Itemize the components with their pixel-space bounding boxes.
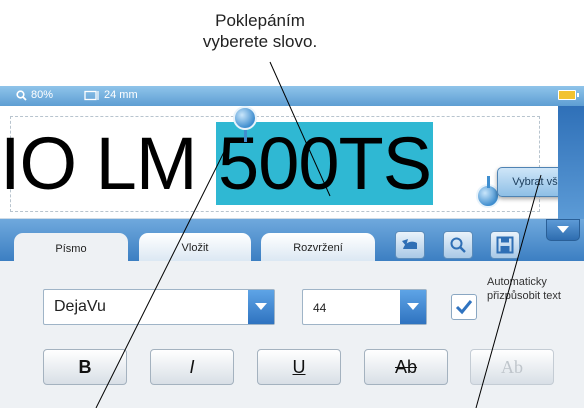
side-panel-strip bbox=[558, 106, 584, 219]
save-icon bbox=[496, 236, 514, 254]
underline-button[interactable]: U bbox=[257, 349, 341, 385]
bold-button[interactable]: B bbox=[43, 349, 127, 385]
zoom-icon bbox=[450, 237, 466, 253]
label-text-selected[interactable]: 500TS bbox=[216, 122, 434, 205]
font-family-value: DejaVu bbox=[54, 298, 106, 315]
font-family-select[interactable]: DejaVu bbox=[43, 289, 275, 325]
label-text[interactable]: IO LM 500TS bbox=[0, 122, 434, 205]
font-size-select[interactable]: 44 bbox=[302, 289, 427, 325]
callout-line-2: vyberete slovo. bbox=[202, 32, 318, 51]
device-screen: 80% 24 mm IO LM 500TS Vybrat vše Písmo V… bbox=[0, 86, 584, 408]
italic-button[interactable]: I bbox=[150, 349, 234, 385]
auto-fit-label: Automaticky přizpůsobit text bbox=[487, 276, 561, 302]
search-icon bbox=[16, 89, 27, 101]
screen: Poklepáním vyberete slovo. 80% 24 mm IO … bbox=[0, 0, 584, 408]
more-menu-button[interactable] bbox=[546, 219, 580, 241]
auto-fit-checkbox[interactable] bbox=[451, 294, 477, 320]
font-size-value: 44 bbox=[313, 301, 327, 315]
tape-width-icon bbox=[84, 90, 99, 100]
save-button[interactable] bbox=[490, 231, 520, 259]
bold-button-label: B bbox=[78, 356, 92, 377]
selection-start-handle[interactable] bbox=[233, 106, 257, 142]
font-family-dropdown-button[interactable] bbox=[248, 290, 274, 324]
underline-button-label: U bbox=[292, 356, 306, 377]
chevron-down-icon bbox=[255, 303, 267, 310]
callout-caption: Poklepáním vyberete slovo. bbox=[150, 10, 370, 52]
battery-icon bbox=[558, 90, 579, 100]
zoom-value: 80% bbox=[31, 89, 54, 101]
font-panel: DejaVu 44 Automaticky přizpůsobit text B… bbox=[0, 261, 584, 408]
strikethrough-button[interactable]: Ab bbox=[364, 349, 448, 385]
callout-line-1: Poklepáním bbox=[215, 11, 305, 30]
ribbon-toolbar: Písmo Vložit Rozvržení bbox=[0, 219, 584, 265]
tape-width-value: 24 mm bbox=[104, 89, 138, 101]
strikethrough-button-label: Ab bbox=[394, 356, 418, 377]
tab-insert[interactable]: Vložit bbox=[139, 233, 251, 263]
outline-button-label: Ab bbox=[501, 356, 523, 377]
undo-icon bbox=[402, 239, 417, 249]
label-text-unselected[interactable]: IO LM bbox=[0, 122, 216, 205]
chevron-down-icon bbox=[557, 226, 569, 233]
chevron-down-icon bbox=[407, 303, 419, 310]
status-bar: 80% 24 mm bbox=[0, 86, 584, 106]
zoom-button[interactable] bbox=[443, 231, 473, 259]
tab-layout[interactable]: Rozvržení bbox=[261, 233, 375, 263]
italic-button-label: I bbox=[189, 356, 195, 377]
tape-width-indicator: 24 mm bbox=[84, 89, 138, 101]
outline-button[interactable]: Ab bbox=[470, 349, 554, 385]
font-size-dropdown-button[interactable] bbox=[400, 290, 426, 324]
label-editor[interactable]: IO LM 500TS Vybrat vše bbox=[0, 106, 579, 219]
zoom-indicator: 80% bbox=[16, 89, 53, 101]
undo-button[interactable] bbox=[395, 231, 425, 259]
checkmark-icon bbox=[455, 300, 473, 315]
